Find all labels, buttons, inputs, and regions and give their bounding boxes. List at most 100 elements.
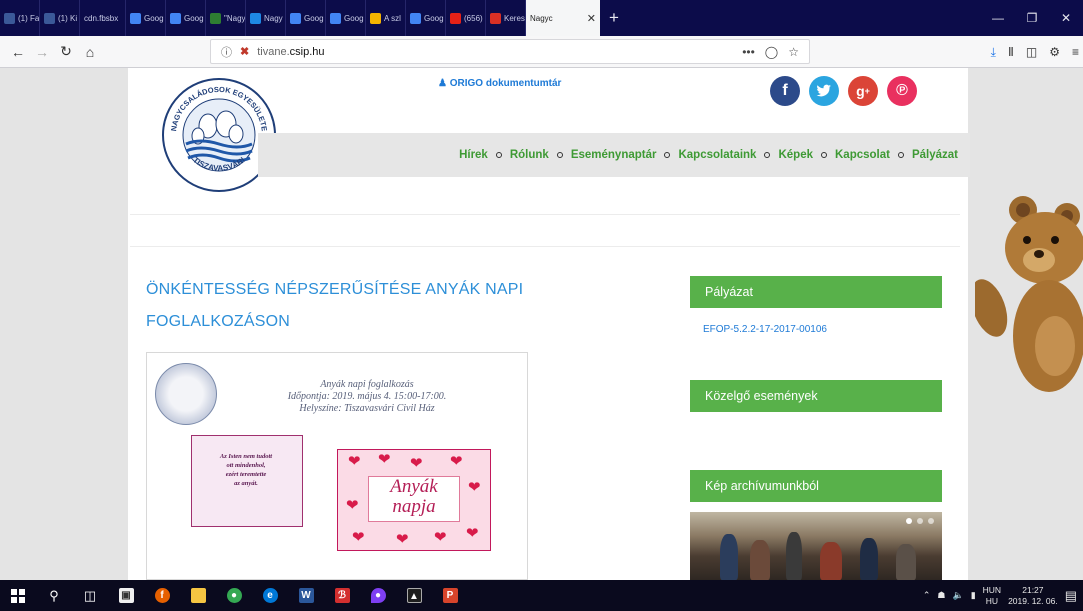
minimize-icon[interactable]: — (981, 0, 1015, 36)
back-button[interactable]: ← (6, 44, 30, 60)
post-title[interactable]: ÖNKÉNTESSÉG NÉPSZERŰSÍTÉSE ANYÁK NAPI FO… (146, 274, 566, 338)
facebook-icon (44, 12, 55, 24)
mothers-day-label: Anyák napja (368, 476, 460, 522)
menu-icon[interactable]: ≡ (1072, 45, 1079, 59)
toolbar-right: ⤓ Ⅱ ◫ ⚙ ≡ (991, 36, 1079, 68)
photos-icon[interactable]: ▲ (396, 580, 432, 611)
browser-tab[interactable]: (1) Fa (0, 0, 40, 36)
menu-separator-icon (764, 152, 771, 158)
download-icon[interactable]: ⤓ (991, 45, 996, 60)
url-bar[interactable]: ⓘ ✖ tivane.csip.hu ••• ◯ ☆ (210, 39, 810, 64)
store-icon[interactable]: ▣ (108, 580, 144, 611)
tab-label: Goog (304, 13, 324, 23)
tray-chevron-icon[interactable]: ⌃ (923, 590, 931, 601)
post-image[interactable]: Anyák napi foglalkozás Időpontja: 2019. … (146, 352, 528, 580)
mail-icon (490, 12, 501, 24)
tab-label: A szl (384, 13, 401, 23)
reload-button[interactable]: ↻ (54, 43, 78, 60)
home-icon[interactable]: ⌂ (78, 44, 102, 60)
browser-tab[interactable]: Goog (326, 0, 366, 36)
origo-link[interactable]: ♟ ORIGO dokumentumtár (438, 78, 561, 89)
sidebar-icon[interactable]: ◫ (1026, 45, 1037, 59)
url-text[interactable]: tivane.csip.hu (257, 46, 324, 58)
tab-label: Goog (144, 13, 164, 23)
edge-icon[interactable]: e (252, 580, 288, 611)
windows-taskbar: ⚲ ◫ ▣ f ● e W ℬ ● ▲ P ⌃ ☗ 🔈 ▮ HUN HU 21:2… (0, 580, 1083, 611)
menu-item[interactable]: Kapcsolataink (678, 149, 756, 161)
file-explorer-icon[interactable] (180, 580, 216, 611)
pocket-icon[interactable]: ◯ (765, 45, 778, 59)
bookmark-star-icon[interactable]: ☆ (788, 45, 799, 59)
menu-separator-icon (556, 152, 563, 158)
task-view-icon[interactable]: ◫ (72, 580, 108, 611)
page-viewport: ♟ ORIGO dokumentumtár f g + ℗ NAGYCSALÁDO… (0, 68, 1083, 580)
new-tab-button[interactable]: + (600, 0, 628, 36)
chrome-icon[interactable]: ● (216, 580, 252, 611)
archive-photo-slider[interactable] (690, 512, 942, 580)
clock[interactable]: 21:27 2019. 12. 06. (1008, 585, 1058, 607)
google-plus-icon[interactable]: g + (848, 76, 878, 106)
firefox-icon[interactable]: f (144, 580, 180, 611)
facebook-icon[interactable]: f (770, 76, 800, 106)
browser-tab[interactable]: Goog (166, 0, 206, 36)
browser-tab[interactable]: cdn.fbsbx (80, 0, 126, 36)
poem-card: Az Isten nem tudott ott mindenhol, ezért t… (191, 435, 303, 527)
browser-tab[interactable]: (656) (446, 0, 486, 36)
forward-button[interactable]: → (30, 44, 54, 60)
paint-icon[interactable]: P (432, 580, 468, 611)
close-window-icon[interactable]: ✕ (1049, 0, 1083, 36)
tab-label: cdn.fbsbx (84, 13, 119, 23)
tab-label: Goog (344, 13, 364, 23)
close-tab-icon[interactable]: ✕ (587, 12, 596, 25)
browser-tab[interactable]: A szl (366, 0, 406, 36)
word-icon[interactable]: W (288, 580, 324, 611)
seal-icon (155, 363, 217, 425)
menu-item[interactable]: Eseménynaptár (571, 149, 657, 161)
maximize-icon[interactable]: ❐ (1015, 0, 1049, 36)
acrobat-icon[interactable]: ℬ (324, 580, 360, 611)
post-title-line-1[interactable]: ÖNKÉNTESSÉG NÉPSZERŰSÍTÉSE ANYÁK NAPI (146, 274, 566, 306)
tab-label: (656) (464, 13, 483, 23)
maps-icon[interactable]: ● (360, 580, 396, 611)
browser-tab[interactable]: Nagy (246, 0, 286, 36)
info-icon[interactable]: ⓘ (221, 44, 232, 60)
poem-line: Az Isten nem tudott (219, 453, 273, 460)
battery-icon[interactable]: ▮ (971, 590, 976, 601)
browser-tab[interactable]: Goog (126, 0, 166, 36)
extension-icon[interactable]: ⚙ (1049, 45, 1060, 59)
search-icon[interactable]: ⚲ (36, 580, 72, 611)
tab-label: Goog (184, 13, 204, 23)
menu-item[interactable]: Képek (778, 149, 813, 161)
browser-tab[interactable]: "Nagy (206, 0, 246, 36)
volume-icon[interactable]: 🔈 (952, 590, 963, 601)
windows-logo-icon (11, 588, 25, 603)
pinterest-icon[interactable]: ℗ (887, 76, 917, 106)
twitter-bird-icon (816, 84, 831, 97)
window-controls: — ❐ ✕ (981, 0, 1083, 36)
poem-line: ott mindenhol, (226, 462, 266, 469)
poem-line: ezért teremtette (225, 471, 267, 478)
start-button[interactable] (0, 580, 36, 611)
tab-label: Nagy (264, 13, 283, 23)
menu-item[interactable]: Rólunk (510, 149, 549, 161)
language-indicator[interactable]: HUN HU (983, 585, 1001, 607)
menu-item[interactable]: Kapcsolat (835, 149, 890, 161)
post-title-line-2[interactable]: FOGLALKOZÁSON (146, 306, 566, 338)
menu-item[interactable]: Pályázat (912, 149, 958, 161)
browser-tab[interactable]: Goog (286, 0, 326, 36)
browser-tab[interactable]: (1) Ki (40, 0, 80, 36)
browser-tab-active[interactable]: Nagyc ✕ (526, 0, 600, 36)
menu-item[interactable]: Hírek (459, 149, 488, 161)
palyazat-link[interactable]: EFOP-5.2.2-17-2017-00106 (703, 324, 827, 335)
page-actions-menu-icon[interactable]: ••• (742, 45, 755, 59)
browser-tab[interactable]: Goog (406, 0, 446, 36)
library-icon[interactable]: Ⅱ (1008, 45, 1014, 59)
insecure-lock-icon[interactable]: ✖ (240, 45, 249, 58)
browser-tab[interactable]: Keres (486, 0, 526, 36)
google-icon (290, 12, 301, 24)
slider-dots[interactable] (906, 518, 934, 524)
notifications-icon[interactable]: ▤ (1065, 588, 1077, 604)
menu-separator-icon (495, 152, 502, 158)
network-icon[interactable]: ☗ (937, 590, 945, 601)
twitter-icon[interactable] (809, 76, 839, 106)
